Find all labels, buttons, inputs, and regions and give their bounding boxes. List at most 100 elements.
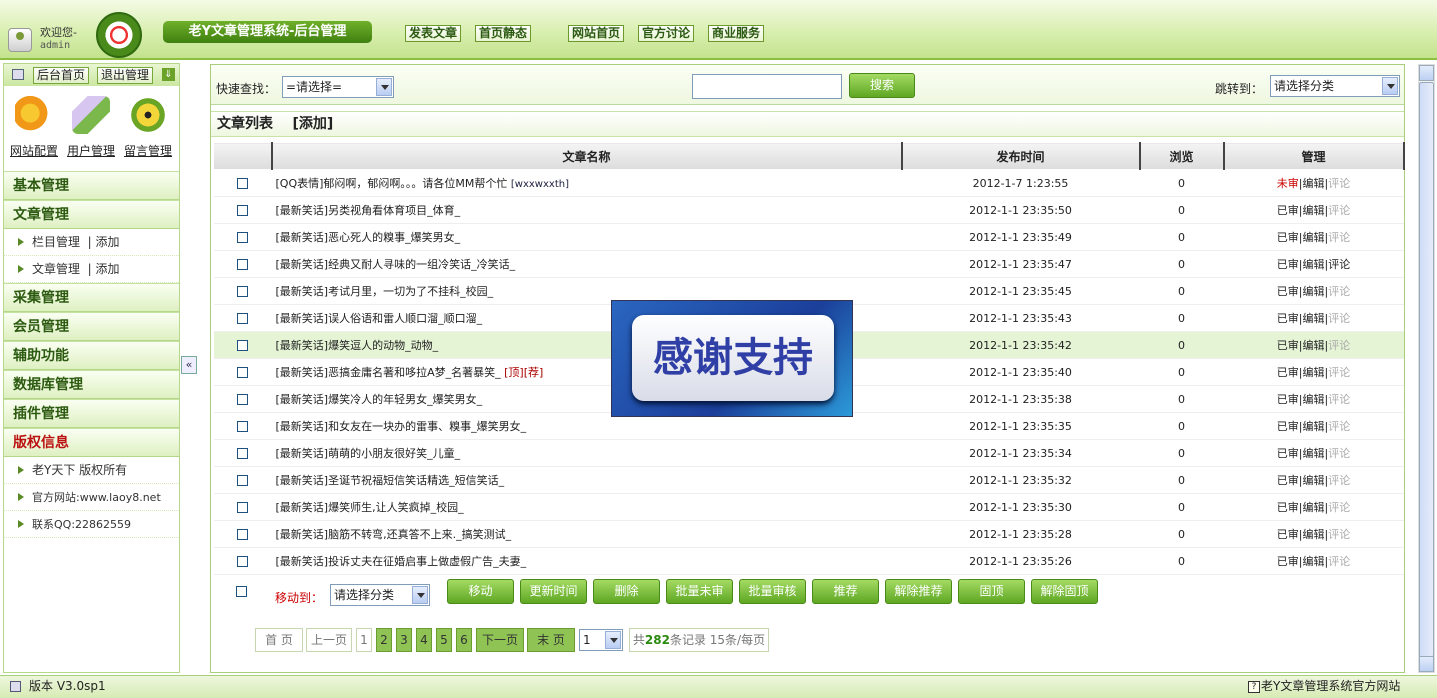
row-edit-link[interactable]: 编辑 bbox=[1303, 528, 1325, 541]
select-all-checkbox[interactable] bbox=[236, 586, 247, 597]
pin-top-button[interactable]: 固顶 bbox=[958, 579, 1025, 604]
recommend-button[interactable]: 推荐 bbox=[812, 579, 879, 604]
row-title[interactable]: [最新笑话]爆笑师生,让人笑疯掉_校园_ bbox=[276, 501, 464, 514]
row-title[interactable]: [最新笑话]脑筋不转弯,还真答不上来._搞笑测试_ bbox=[276, 528, 512, 541]
menu-plugin[interactable]: 插件管理 bbox=[4, 399, 179, 428]
jump-category-select[interactable]: 请选择分类 bbox=[1270, 75, 1400, 97]
row-edit-link[interactable]: 编辑 bbox=[1303, 231, 1325, 244]
nav-homepage-static[interactable]: 首页静态 bbox=[475, 25, 532, 42]
quick-site-config[interactable]: 网站配置 bbox=[6, 96, 62, 159]
row-checkbox[interactable] bbox=[237, 474, 248, 486]
row-comment-link[interactable]: 评论 bbox=[1328, 555, 1350, 568]
row-comment-link[interactable]: 评论 bbox=[1328, 447, 1350, 460]
row-audit-link[interactable]: 已审 bbox=[1277, 366, 1299, 379]
row-tags[interactable]: [顶][荐] bbox=[504, 366, 543, 379]
row-title[interactable]: [最新笑话]误人俗语和雷人顺口溜_顺口溜_ bbox=[276, 312, 483, 325]
page-1[interactable]: 1 bbox=[356, 628, 372, 652]
menu-article[interactable]: 文章管理 bbox=[4, 200, 179, 229]
menu-database[interactable]: 数据库管理 bbox=[4, 370, 179, 399]
move-button[interactable]: 移动 bbox=[447, 579, 514, 604]
row-checkbox[interactable] bbox=[237, 177, 248, 189]
quick-user-manage[interactable]: 用户管理 bbox=[63, 96, 119, 159]
row-title[interactable]: [最新笑话]另类视角看体育项目_体育_ bbox=[276, 204, 461, 217]
page-4[interactable]: 4 bbox=[416, 628, 432, 652]
row-title[interactable]: [最新笑话]恶心死人的糗事_爆笑男女_ bbox=[276, 231, 461, 244]
search-input[interactable] bbox=[692, 74, 842, 99]
vertical-scrollbar[interactable] bbox=[1418, 64, 1435, 673]
row-edit-link[interactable]: 编辑 bbox=[1303, 339, 1325, 352]
row-comment-link[interactable]: 评论 bbox=[1328, 366, 1350, 379]
row-comment-link[interactable]: 评论 bbox=[1328, 501, 1350, 514]
row-audit-link[interactable]: 已审 bbox=[1277, 393, 1299, 406]
row-checkbox[interactable] bbox=[237, 204, 248, 216]
row-audit-link[interactable]: 已审 bbox=[1277, 528, 1299, 541]
chevron-down-icon[interactable] bbox=[376, 78, 392, 96]
row-checkbox[interactable] bbox=[237, 339, 248, 351]
article-add-link[interactable]: | 添加 bbox=[88, 262, 120, 276]
admin-home-button[interactable]: 后台首页 bbox=[33, 67, 90, 84]
row-edit-link[interactable]: 编辑 bbox=[1303, 474, 1325, 487]
scroll-thumb[interactable] bbox=[1419, 82, 1434, 657]
move-category-select[interactable]: 请选择分类 bbox=[330, 584, 430, 606]
row-edit-link[interactable]: 编辑 bbox=[1303, 501, 1325, 514]
first-page-button[interactable]: 首 页 bbox=[255, 628, 303, 652]
row-audit-link[interactable]: 已审 bbox=[1277, 204, 1299, 217]
menu-collect[interactable]: 采集管理 bbox=[4, 283, 179, 312]
column-manage-link[interactable]: 栏目管理 bbox=[32, 235, 80, 249]
article-manage-link[interactable]: 文章管理 bbox=[32, 262, 80, 276]
row-audit-link[interactable]: 已审 bbox=[1277, 420, 1299, 433]
menu-article-manage[interactable]: 文章管理 | 添加 bbox=[4, 256, 179, 283]
row-comment-link[interactable]: 评论 bbox=[1328, 474, 1350, 487]
row-audit-link[interactable]: 已审 bbox=[1277, 231, 1299, 244]
row-title[interactable]: [最新笑话]投诉丈夫在征婚启事上做虚假广告_夫妻_ bbox=[276, 555, 527, 568]
official-site-link[interactable]: 老Y文章管理系统官方网站 bbox=[1261, 676, 1400, 697]
batch-unaudit-button[interactable]: 批量未审 bbox=[666, 579, 733, 604]
row-audit-link[interactable]: 已审 bbox=[1277, 501, 1299, 514]
page-2[interactable]: 2 bbox=[376, 628, 392, 652]
add-article-link[interactable]: [添加] bbox=[293, 116, 334, 132]
menu-column-manage[interactable]: 栏目管理 | 添加 bbox=[4, 229, 179, 256]
row-audit-link[interactable]: 已审 bbox=[1277, 447, 1299, 460]
chevron-down-icon[interactable] bbox=[1382, 77, 1398, 95]
menu-basic[interactable]: 基本管理 bbox=[4, 171, 179, 200]
row-edit-link[interactable]: 编辑 bbox=[1303, 177, 1325, 190]
row-checkbox[interactable] bbox=[237, 447, 248, 459]
batch-audit-button[interactable]: 批量审核 bbox=[739, 579, 806, 604]
row-edit-link[interactable]: 编辑 bbox=[1303, 285, 1325, 298]
row-comment-link[interactable]: 评论 bbox=[1328, 204, 1350, 217]
row-title[interactable]: [最新笑话]圣诞节祝福短信笑话精选_短信笑话_ bbox=[276, 474, 505, 487]
row-checkbox[interactable] bbox=[237, 555, 248, 567]
logout-button[interactable]: 退出管理 bbox=[97, 67, 154, 84]
row-comment-link[interactable]: 评论 bbox=[1328, 285, 1350, 298]
row-edit-link[interactable]: 编辑 bbox=[1303, 258, 1325, 271]
update-time-button[interactable]: 更新时间 bbox=[520, 579, 587, 604]
row-audit-link[interactable]: 已审 bbox=[1277, 555, 1299, 568]
row-checkbox[interactable] bbox=[237, 393, 248, 405]
row-comment-link[interactable]: 评论 bbox=[1328, 177, 1350, 190]
row-audit-link[interactable]: 已审 bbox=[1277, 312, 1299, 325]
row-title[interactable]: [最新笑话]恶搞金庸名著和哆拉A梦_名著暴笑_ bbox=[276, 366, 501, 379]
scroll-up-icon[interactable] bbox=[1419, 65, 1434, 81]
prev-page-button[interactable]: 上一页 bbox=[306, 628, 352, 652]
row-checkbox[interactable] bbox=[237, 420, 248, 432]
row-edit-link[interactable]: 编辑 bbox=[1303, 555, 1325, 568]
row-checkbox[interactable] bbox=[237, 528, 248, 540]
row-title[interactable]: [最新笑话]经典又耐人寻味的一组冷笑话_冷笑话_ bbox=[276, 258, 516, 271]
row-edit-link[interactable]: 编辑 bbox=[1303, 420, 1325, 433]
row-audit-link[interactable]: 未审 bbox=[1277, 177, 1299, 190]
row-audit-link[interactable]: 已审 bbox=[1277, 339, 1299, 352]
row-edit-link[interactable]: 编辑 bbox=[1303, 393, 1325, 406]
nav-official-forum[interactable]: 官方讨论 bbox=[638, 25, 695, 42]
row-checkbox[interactable] bbox=[237, 285, 248, 297]
page-5[interactable]: 5 bbox=[436, 628, 452, 652]
scroll-down-icon[interactable] bbox=[1419, 656, 1434, 672]
quick-message-manage-label[interactable]: 留言管理 bbox=[120, 142, 176, 159]
quick-find-select[interactable]: =请选择= bbox=[282, 76, 394, 98]
menu-aux[interactable]: 辅助功能 bbox=[4, 341, 179, 370]
row-title[interactable]: [最新笑话]和女友在一块办的雷事、糗事_爆笑男女_ bbox=[276, 420, 527, 433]
unpin-top-button[interactable]: 解除固顶 bbox=[1031, 579, 1098, 604]
row-title[interactable]: [QQ表情]郁闷啊，郁闷啊。。。请各位MM帮个忙 bbox=[276, 177, 508, 190]
row-edit-link[interactable]: 编辑 bbox=[1303, 447, 1325, 460]
row-title[interactable]: [最新笑话]爆笑逗人的动物_动物_ bbox=[276, 339, 439, 352]
next-page-button[interactable]: 下一页 bbox=[476, 628, 524, 652]
